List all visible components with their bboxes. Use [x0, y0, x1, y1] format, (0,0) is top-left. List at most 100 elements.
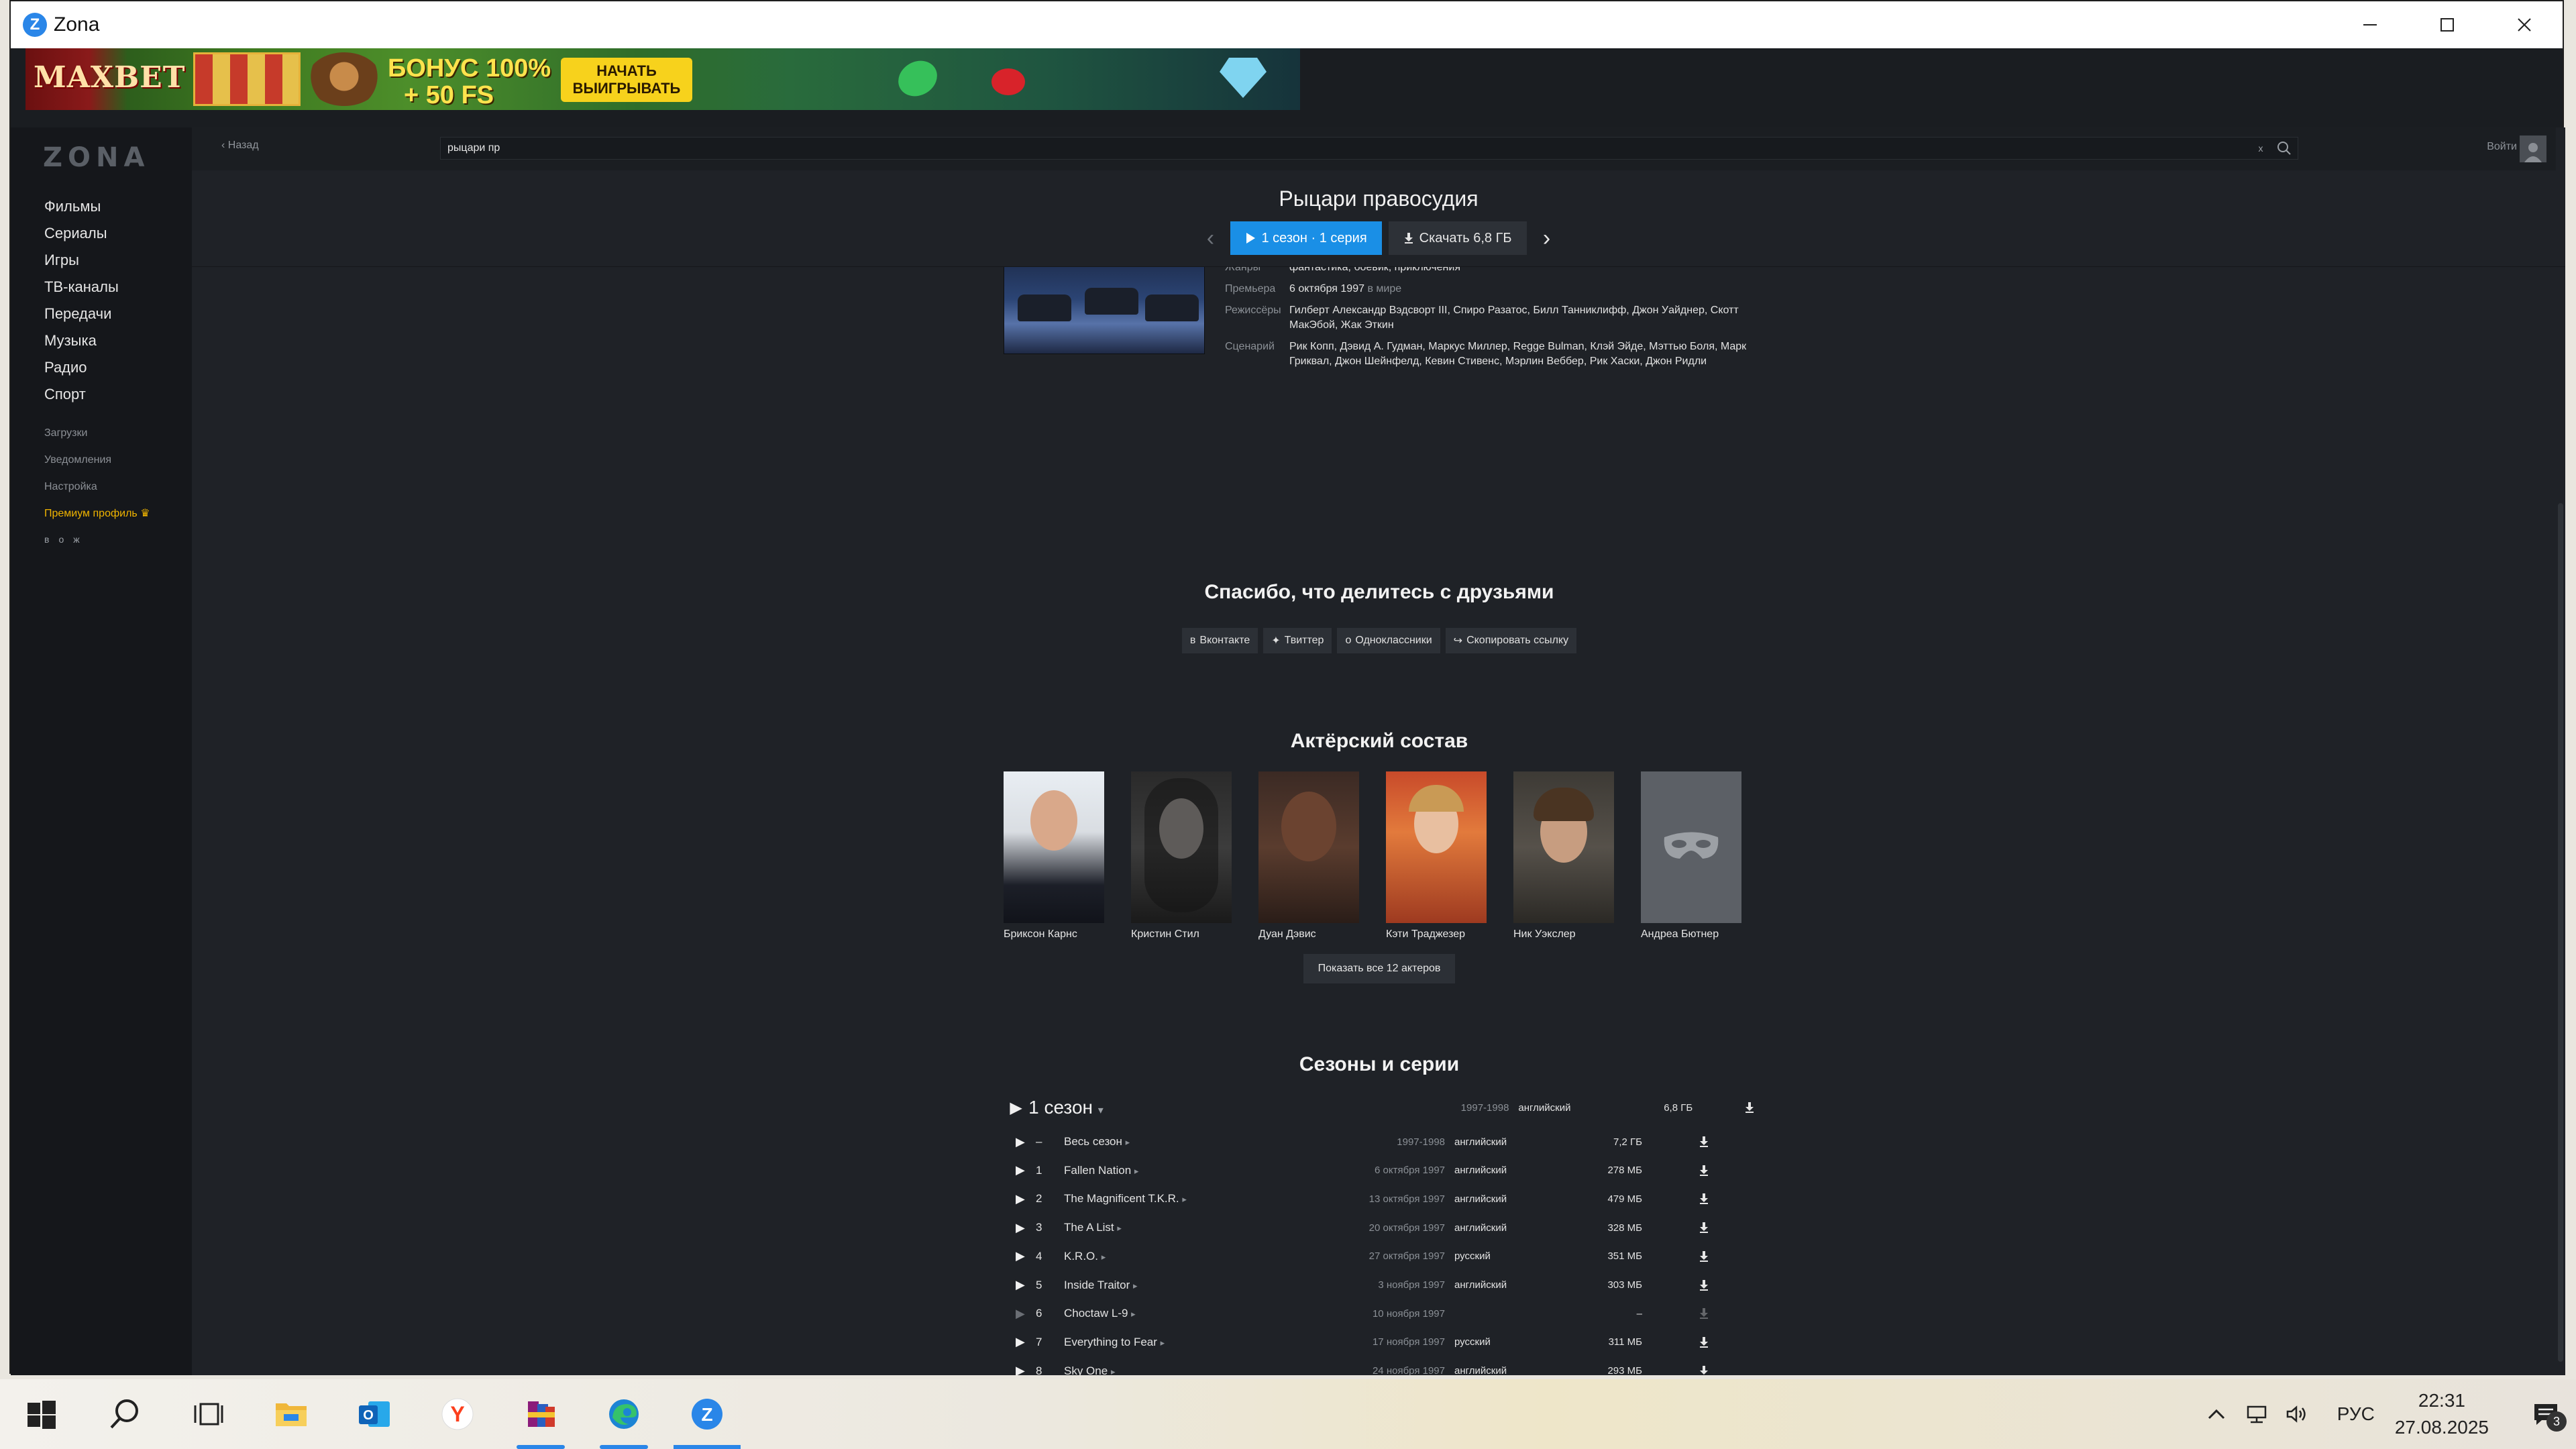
episode-title[interactable]: Inside Traitor ▸: [1064, 1279, 1346, 1292]
volume-icon[interactable]: [2277, 1404, 2317, 1424]
close-button[interactable]: [2485, 1, 2563, 48]
minimize-button[interactable]: [2331, 1, 2408, 48]
play-icon[interactable]: ▶: [1004, 1249, 1030, 1263]
episode-title[interactable]: Choctaw L-9 ▸: [1064, 1307, 1346, 1320]
ad-cta-button[interactable]: НАЧАТЬ ВЫИГРЫВАТЬ: [561, 58, 692, 102]
actor-card[interactable]: Бриксон Карнс: [1004, 771, 1104, 941]
actor-card[interactable]: Андреа Бютнер: [1641, 771, 1741, 941]
download-icon[interactable]: [1642, 1365, 1709, 1375]
outlook-button[interactable]: O: [333, 1379, 416, 1449]
season-row[interactable]: ▶ 1 сезон ▾ 1997-1998 английский 6,8 ГБ: [1004, 1091, 1755, 1124]
share-twitter-button[interactable]: ✦ Твиттер: [1263, 628, 1332, 653]
nav-item-radio[interactable]: Радио: [11, 354, 192, 381]
zhivoy-zhurnal-icon[interactable]: ж: [73, 534, 79, 545]
nav-item-series[interactable]: Сериалы: [11, 220, 192, 247]
search-input[interactable]: [441, 142, 2251, 154]
nav-item-games[interactable]: Игры: [11, 247, 192, 274]
play-icon[interactable]: ▶: [1004, 1192, 1030, 1206]
vk-icon[interactable]: в: [44, 534, 49, 545]
edge-button[interactable]: [582, 1379, 665, 1449]
episode-title[interactable]: K.R.O. ▸: [1064, 1250, 1346, 1263]
winrar-button[interactable]: [499, 1379, 582, 1449]
download-button[interactable]: Скачать 6,8 ГБ: [1388, 221, 1527, 255]
file-explorer-button[interactable]: [250, 1379, 333, 1449]
nav-item-films[interactable]: Фильмы: [11, 193, 192, 220]
nav-item-sport[interactable]: Спорт: [11, 381, 192, 408]
info-value[interactable]: Гилберт Александр Вэдсворт III, Спиро Ра…: [1289, 303, 1755, 333]
episode-row[interactable]: ▶ 3 The A List ▸ 20 октября 1997 английский 3…: [1004, 1214, 1755, 1242]
actor-card[interactable]: Кристин Стил: [1131, 771, 1232, 941]
actor-card[interactable]: Ник Уэкслер: [1513, 771, 1614, 941]
episode-row[interactable]: ▶ 1 Fallen Nation ▸ 6 октября 1997 английски…: [1004, 1157, 1755, 1185]
download-icon[interactable]: [1642, 1193, 1709, 1205]
episode-row[interactable]: ▶ 2 The Magnificent T.K.R. ▸ 13 октября 199…: [1004, 1185, 1755, 1213]
input-language[interactable]: РУС: [2337, 1403, 2375, 1425]
actor-card[interactable]: Дуан Дэвис: [1258, 771, 1359, 941]
episode-title[interactable]: Fallen Nation ▸: [1064, 1164, 1346, 1177]
back-button[interactable]: ‹ Назад: [221, 140, 259, 152]
clock[interactable]: 22:31 27.08.2025: [2395, 1387, 2489, 1441]
scrollbar-thumb[interactable]: [2558, 503, 2563, 1362]
nav-item-shows[interactable]: Передачи: [11, 301, 192, 327]
play-icon[interactable]: ▶: [1004, 1135, 1030, 1149]
search-icon[interactable]: [2271, 141, 2298, 156]
clear-search-button[interactable]: x: [2251, 143, 2271, 154]
play-icon[interactable]: ▶: [1004, 1278, 1030, 1292]
episode-row[interactable]: ▶ 5 Inside Traitor ▸ 3 ноября 1997 английски…: [1004, 1271, 1755, 1299]
odnoklassniki-icon[interactable]: о: [58, 534, 64, 545]
episode-title[interactable]: The A List ▸: [1064, 1221, 1346, 1234]
avatar-icon[interactable]: [2520, 136, 2546, 162]
maximize-button[interactable]: [2408, 1, 2485, 48]
download-icon[interactable]: [1642, 1165, 1709, 1177]
episode-title[interactable]: The Magnificent T.K.R. ▸: [1064, 1192, 1346, 1205]
search-button[interactable]: [83, 1379, 166, 1449]
yandex-browser-button[interactable]: Y: [416, 1379, 499, 1449]
nav-item-settings[interactable]: Настройка: [11, 474, 192, 500]
task-view-button[interactable]: [166, 1379, 250, 1449]
nav-item-notifications[interactable]: Уведомления: [11, 447, 192, 474]
info-value[interactable]: Рик Копп, Дэвид А. Гудман, Маркус Миллер…: [1289, 339, 1755, 369]
play-icon[interactable]: ▶: [1004, 1098, 1028, 1118]
download-icon[interactable]: [1642, 1222, 1709, 1234]
nav-item-downloads[interactable]: Загрузки: [11, 420, 192, 447]
download-icon[interactable]: [1642, 1279, 1709, 1291]
title-bar[interactable]: Z Zona: [11, 1, 2563, 48]
share-ok-button[interactable]: о Одноклассники: [1337, 628, 1440, 653]
next-episode-button[interactable]: ›: [1534, 225, 1560, 252]
download-icon[interactable]: [1693, 1102, 1755, 1114]
download-icon[interactable]: [1642, 1250, 1709, 1263]
chevron-up-icon[interactable]: [2196, 1407, 2237, 1421]
actor-card[interactable]: Кэти Траджезер: [1386, 771, 1487, 941]
download-icon[interactable]: [1642, 1336, 1709, 1348]
episode-row[interactable]: ▶ – Весь сезон ▸ 1997-1998 английский 7,2 ГБ: [1004, 1128, 1755, 1156]
show-all-actors-button[interactable]: Показать все 12 актеров: [1303, 954, 1456, 983]
previous-episode-button[interactable]: ‹: [1197, 225, 1224, 252]
download-icon[interactable]: [1642, 1136, 1709, 1148]
play-icon[interactable]: ▶: [1004, 1221, 1030, 1235]
play-icon[interactable]: ▶: [1004, 1364, 1030, 1375]
start-button[interactable]: [0, 1379, 83, 1449]
zona-taskbar-button[interactable]: Z: [665, 1379, 749, 1449]
premiere-date[interactable]: 6 октября 1997: [1289, 283, 1364, 294]
episode-row[interactable]: ▶ 6 Choctaw L-9 ▸ 10 ноября 1997 –: [1004, 1299, 1755, 1328]
nav-item-tv-channels[interactable]: ТВ-каналы: [11, 274, 192, 301]
play-icon[interactable]: ▶: [1004, 1307, 1030, 1321]
play-icon[interactable]: ▶: [1004, 1335, 1030, 1349]
login-link[interactable]: Войти: [2487, 141, 2517, 153]
ad-banner[interactable]: MAXBET БОНУС 100% + 50 FS НАЧАТЬ ВЫИГРЫВА…: [25, 48, 1300, 110]
nav-item-premium[interactable]: Премиум профиль ♛: [11, 500, 192, 527]
episode-row[interactable]: ▶ 8 Sky One ▸ 24 ноября 1997 английский 293 М…: [1004, 1357, 1755, 1375]
episode-title[interactable]: Весь сезон ▸: [1064, 1135, 1346, 1148]
episode-title[interactable]: Sky One ▸: [1064, 1364, 1346, 1375]
notification-center-button[interactable]: 3: [2516, 1402, 2576, 1432]
play-icon[interactable]: ▶: [1004, 1163, 1030, 1177]
nav-item-music[interactable]: Музыка: [11, 327, 192, 354]
zona-wordmark[interactable]: ZONA: [43, 142, 192, 173]
share-vk-button[interactable]: в Вконтакте: [1181, 628, 1258, 653]
episode-title[interactable]: Everything to Fear ▸: [1064, 1336, 1346, 1349]
network-icon[interactable]: [2237, 1404, 2277, 1424]
episode-row[interactable]: ▶ 4 K.R.O. ▸ 27 октября 1997 русский 351 МБ: [1004, 1242, 1755, 1271]
play-button[interactable]: 1 сезон · 1 серия: [1230, 221, 1382, 255]
episode-row[interactable]: ▶ 7 Everything to Fear ▸ 17 ноября 1997 русс…: [1004, 1328, 1755, 1356]
copy-link-button[interactable]: ↪ Скопировать ссылку: [1445, 628, 1577, 653]
